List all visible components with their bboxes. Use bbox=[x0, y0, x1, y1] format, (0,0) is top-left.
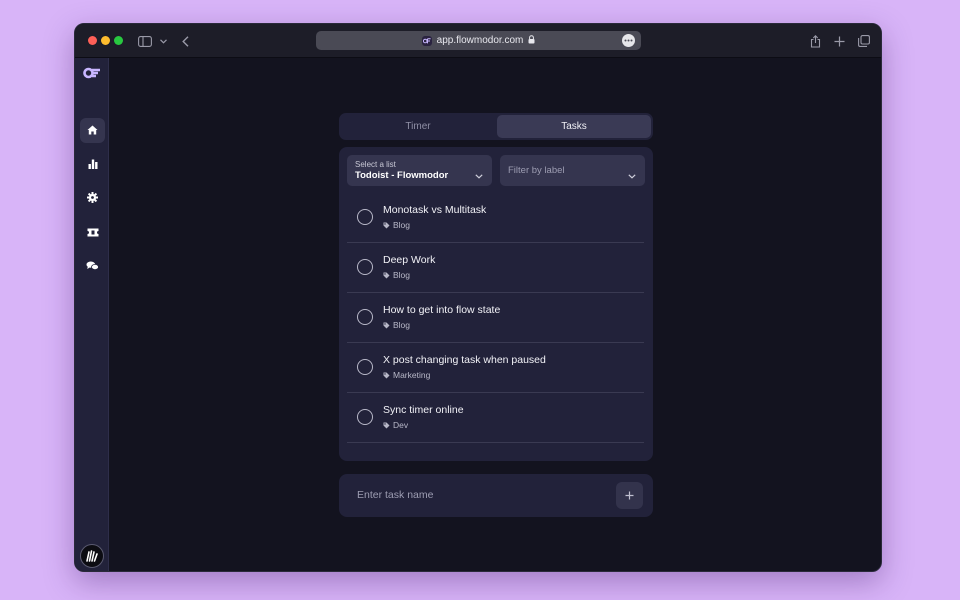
new-tab-icon[interactable] bbox=[832, 32, 846, 50]
app-sidebar bbox=[75, 58, 109, 571]
lock-icon bbox=[528, 34, 535, 47]
chat-icon bbox=[86, 258, 99, 276]
sidebar-item-chat[interactable] bbox=[80, 254, 105, 279]
task-label-text: Dev bbox=[393, 420, 409, 430]
tag-icon bbox=[383, 272, 390, 278]
task-title: X post changing task when paused bbox=[383, 354, 546, 366]
mode-tabs: Timer Tasks bbox=[339, 113, 653, 140]
chevron-down-icon[interactable] bbox=[158, 32, 168, 50]
task-complete-checkbox[interactable] bbox=[357, 259, 373, 275]
gear-icon bbox=[87, 190, 98, 208]
sidebar-item-ticket[interactable] bbox=[80, 220, 105, 245]
task-complete-checkbox[interactable] bbox=[357, 409, 373, 425]
sidebar-toggle-icon[interactable] bbox=[137, 32, 153, 50]
task-label-text: Blog bbox=[393, 320, 411, 330]
task-item[interactable]: Monotask vs Multitask Blog bbox=[347, 193, 644, 243]
ticket-icon bbox=[87, 224, 99, 242]
task-title: Deep Work bbox=[383, 254, 436, 266]
chevron-down-icon bbox=[628, 166, 636, 184]
sidebar-item-settings[interactable] bbox=[80, 186, 105, 211]
close-window-button[interactable] bbox=[88, 36, 97, 45]
more-options-icon[interactable] bbox=[622, 34, 635, 47]
task-complete-checkbox[interactable] bbox=[357, 359, 373, 375]
avatar[interactable] bbox=[80, 544, 104, 568]
plus-icon bbox=[625, 491, 634, 500]
task-item[interactable]: How to get into flow state Blog bbox=[347, 293, 644, 343]
browser-toolbar: app.flowmodor.com bbox=[75, 24, 881, 58]
bar-chart-icon bbox=[88, 156, 98, 174]
sidebar-item-stats[interactable] bbox=[80, 152, 105, 177]
tag-icon bbox=[383, 422, 390, 428]
url-text: app.flowmodor.com bbox=[436, 35, 524, 46]
label-filter-select[interactable]: Filter by label bbox=[500, 155, 645, 186]
minimize-window-button[interactable] bbox=[101, 36, 110, 45]
task-label-text: Marketing bbox=[393, 370, 431, 380]
task-title: How to get into flow state bbox=[383, 304, 501, 316]
task-label: Blog bbox=[383, 320, 410, 330]
task-complete-checkbox[interactable] bbox=[357, 209, 373, 225]
sidebar-item-home[interactable] bbox=[80, 118, 105, 143]
address-bar[interactable]: app.flowmodor.com bbox=[316, 31, 641, 50]
task-item[interactable]: Sync timer online Dev bbox=[347, 393, 644, 443]
task-complete-checkbox[interactable] bbox=[357, 309, 373, 325]
list-select-value: Todoist - Flowmodor bbox=[355, 169, 449, 181]
list-select[interactable]: Select a list Todoist - Flowmodor bbox=[347, 155, 492, 186]
task-item[interactable]: X post changing task when paused Marketi… bbox=[347, 343, 644, 393]
tag-icon bbox=[383, 222, 390, 228]
favicon-icon bbox=[421, 35, 432, 46]
tag-icon bbox=[383, 322, 390, 328]
add-task-button[interactable] bbox=[616, 482, 643, 509]
task-title: Monotask vs Multitask bbox=[383, 204, 487, 216]
zoom-window-button[interactable] bbox=[114, 36, 123, 45]
new-task-input[interactable]: Enter task name bbox=[357, 489, 433, 501]
home-icon bbox=[87, 122, 98, 140]
task-label-text: Blog bbox=[393, 270, 411, 280]
task-label: Dev bbox=[383, 420, 408, 430]
task-label: Blog bbox=[383, 270, 410, 280]
back-icon[interactable] bbox=[179, 32, 191, 50]
task-item[interactable]: Deep Work Blog bbox=[347, 243, 644, 293]
task-label: Blog bbox=[383, 220, 410, 230]
list-select-caption: Select a list bbox=[355, 159, 396, 169]
chevron-down-icon bbox=[475, 166, 483, 184]
label-filter-placeholder: Filter by label bbox=[508, 165, 565, 176]
share-icon[interactable] bbox=[808, 32, 822, 50]
tab-tasks[interactable]: Tasks bbox=[497, 115, 651, 138]
tab-timer[interactable]: Timer bbox=[341, 115, 495, 138]
task-label-text: Blog bbox=[393, 220, 411, 230]
tab-overview-icon[interactable] bbox=[857, 32, 871, 50]
new-task-bar: Enter task name bbox=[339, 474, 653, 517]
task-title: Sync timer online bbox=[383, 404, 464, 416]
task-label: Marketing bbox=[383, 370, 430, 380]
flowmodor-logo-icon[interactable] bbox=[83, 66, 101, 84]
browser-window: app.flowmodor.com Timer Tasks Select a l… bbox=[74, 23, 882, 572]
tasks-panel: Select a list Todoist - Flowmodor Filter… bbox=[339, 147, 653, 461]
tag-icon bbox=[383, 372, 390, 378]
